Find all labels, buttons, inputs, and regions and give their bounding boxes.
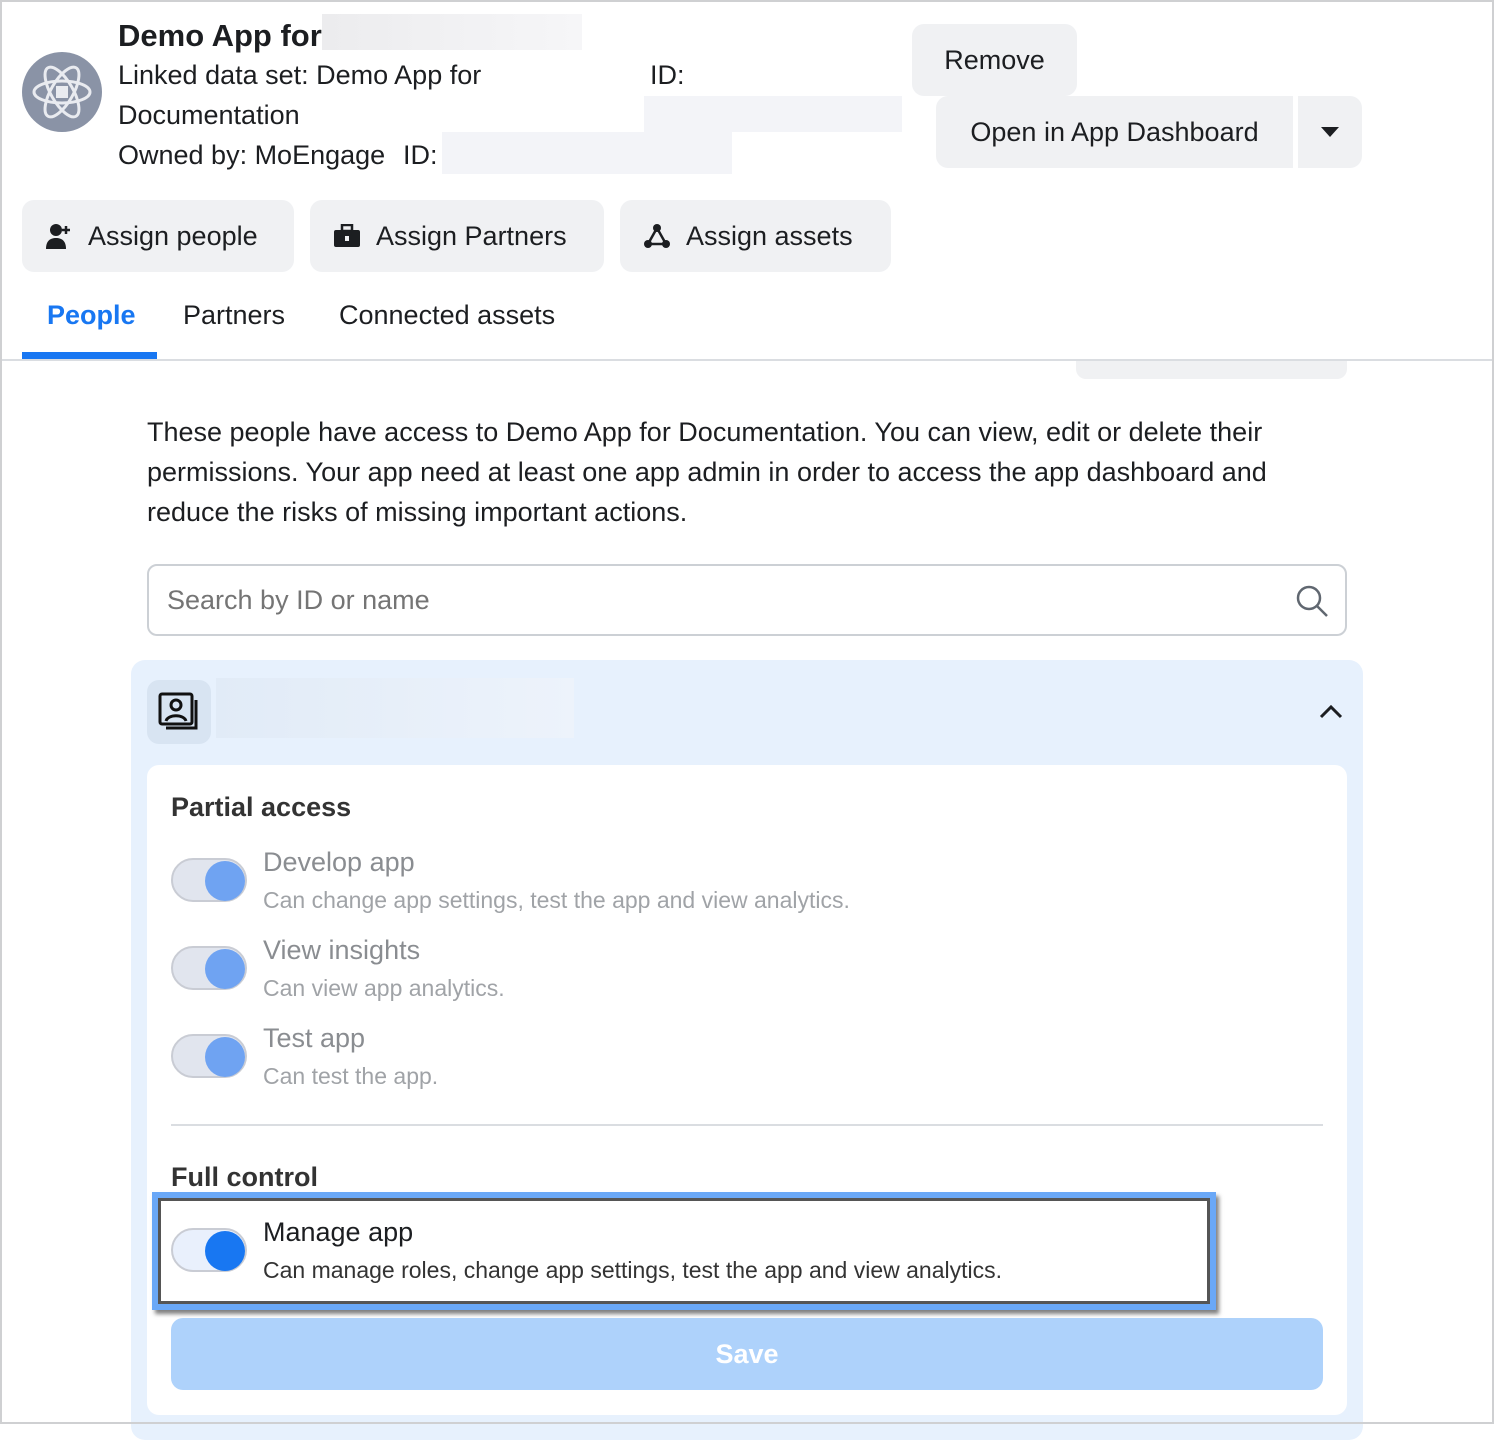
redacted-owner-id — [442, 132, 732, 174]
dashboard-dropdown-button[interactable] — [1298, 96, 1362, 168]
owned-id-label: ID: — [403, 135, 438, 175]
test-app-title: Test app — [263, 1023, 365, 1054]
view-insights-title: View insights — [263, 935, 420, 966]
develop-app-title: Develop app — [263, 847, 415, 878]
section-divider — [171, 1124, 1323, 1126]
app-avatar — [22, 52, 102, 132]
develop-app-desc: Can change app settings, test the app an… — [263, 887, 850, 914]
linked-dataset: Linked data set: Demo App for — [118, 55, 481, 95]
test-app-toggle[interactable] — [171, 1034, 247, 1078]
person-avatar — [147, 680, 211, 744]
manage-app-toggle[interactable] — [171, 1228, 247, 1272]
atom-icon — [22, 52, 102, 132]
tab-connected-assets[interactable]: Connected assets — [339, 300, 555, 331]
full-control-heading: Full control — [171, 1162, 318, 1193]
assign-people-button[interactable]: Assign people — [22, 200, 294, 272]
redacted-name — [322, 14, 582, 50]
partial-access-heading: Partial access — [171, 792, 351, 823]
redacted-id — [644, 96, 902, 132]
linked-id-label: ID: — [650, 55, 685, 95]
manage-app-title: Manage app — [263, 1217, 413, 1248]
manage-app-desc: Can manage roles, change app settings, t… — [263, 1257, 1002, 1284]
tab-people[interactable]: People — [47, 300, 136, 331]
view-insights-desc: Can view app analytics. — [263, 975, 505, 1002]
assign-partners-label: Assign Partners — [376, 221, 567, 252]
redacted-person-name — [216, 678, 574, 738]
chevron-up-icon[interactable] — [1319, 705, 1343, 719]
people-description: These people have access to Demo App for… — [147, 412, 1317, 532]
save-button[interactable]: Save — [171, 1318, 1323, 1390]
scrolled-button-edge — [1076, 361, 1347, 379]
develop-app-toggle[interactable] — [171, 858, 247, 902]
tab-partners[interactable]: Partners — [183, 300, 285, 331]
caret-down-icon — [1321, 127, 1339, 137]
assign-people-label: Assign people — [88, 221, 258, 252]
assign-assets-button[interactable]: Assign assets — [620, 200, 891, 272]
search-icon[interactable] — [1295, 584, 1329, 618]
view-insights-toggle[interactable] — [171, 946, 247, 990]
briefcase-icon — [334, 224, 360, 248]
open-dashboard-button[interactable]: Open in App Dashboard — [936, 96, 1293, 168]
search-field[interactable] — [147, 564, 1347, 636]
person-photo-icon — [147, 680, 211, 744]
test-app-desc: Can test the app. — [263, 1063, 438, 1090]
assign-partners-button[interactable]: Assign Partners — [310, 200, 604, 272]
assign-assets-label: Assign assets — [686, 221, 853, 252]
save-label: Save — [715, 1339, 778, 1370]
app-title: Demo App for — [118, 16, 322, 56]
search-input[interactable] — [167, 580, 1267, 620]
highlight-box — [152, 1192, 1216, 1310]
assets-network-icon — [644, 224, 670, 248]
add-person-icon — [46, 223, 72, 249]
open-dashboard-label: Open in App Dashboard — [970, 117, 1258, 148]
remove-button[interactable]: Remove — [912, 24, 1077, 96]
owned-by: Owned by: MoEngage — [118, 135, 385, 175]
remove-label: Remove — [944, 45, 1045, 76]
linked-dataset-cont: Documentation — [118, 95, 300, 135]
